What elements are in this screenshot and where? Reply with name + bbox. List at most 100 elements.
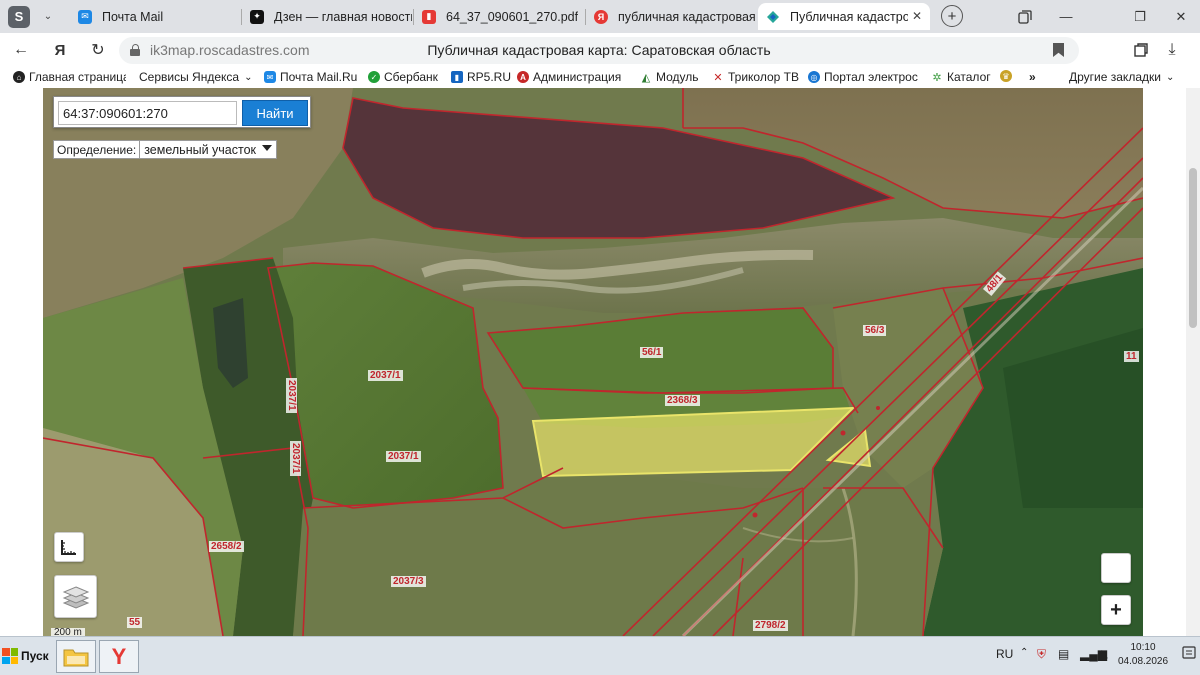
- chevron-down-icon: ⌄: [1165, 71, 1175, 83]
- cadastre-search-panel: Найти: [53, 96, 311, 128]
- ruler-icon: [61, 540, 76, 555]
- fullscreen-button[interactable]: [1101, 553, 1131, 583]
- parcel-label: 11: [1124, 351, 1139, 362]
- bookmarks-bar: ⌂ Главная страница Сервисы Яндекса ⌄ ✉ П…: [0, 67, 1200, 88]
- browser-logo-icon[interactable]: S: [8, 5, 30, 28]
- definition-selected-value: земельный участок: [144, 142, 257, 157]
- zen-icon: ✦: [250, 9, 264, 24]
- satellite-imagery: [43, 88, 1143, 636]
- bookmark-module[interactable]: ◭ Модуль: [640, 70, 702, 84]
- restore-icon[interactable]: ❐: [1121, 0, 1159, 33]
- yandex-browser-button[interactable]: Y: [99, 640, 139, 673]
- tray-expand-icon[interactable]: ⌃: [1020, 647, 1028, 658]
- tab-label: публичная кадастровая к: [618, 9, 756, 24]
- bookmark-label: Портал электрос: [824, 70, 918, 84]
- chevron-down-icon[interactable]: ⌄: [38, 7, 58, 27]
- vertical-scrollbar[interactable]: [1186, 88, 1200, 636]
- more-bookmarks-button[interactable]: »: [1029, 70, 1043, 84]
- file-explorer-button[interactable]: [56, 640, 96, 673]
- parcel-label: 2658/2: [209, 541, 244, 552]
- parcel-label: 56/3: [863, 325, 887, 336]
- parcel-label: 2798/2: [753, 620, 788, 631]
- scale-bar: 200 m: [51, 628, 85, 636]
- cadastral-number-input[interactable]: [58, 101, 237, 125]
- mail-icon: ✉: [264, 71, 276, 83]
- language-indicator[interactable]: RU: [996, 647, 1013, 661]
- bookmark-home[interactable]: ⌂ Главная страница: [13, 70, 126, 84]
- back-arrow-icon[interactable]: ←: [9, 38, 33, 62]
- tab-bar: S ⌄ ✉ Почта Mail ✦ Дзен — главная новост…: [0, 0, 1200, 33]
- bookmark-portal[interactable]: ◎ Портал электрос: [808, 70, 920, 84]
- tab-pdf[interactable]: ▮ 64_37_090601_270.pdf: [414, 3, 584, 30]
- catalog-icon: ✲: [932, 71, 942, 84]
- cadastral-map[interactable]: 56/1 2368/3 56/3 48/1 11 2037/1 2037/1 2…: [43, 88, 1143, 636]
- bookmark-label: Другие закладки: [1069, 70, 1161, 84]
- pdf-icon: ▮: [422, 9, 436, 24]
- sber-icon: ✓: [368, 71, 380, 83]
- yandex-logo-icon[interactable]: Я: [48, 38, 72, 62]
- security-tray-icon[interactable]: ⛨: [1037, 647, 1046, 662]
- omnibox[interactable]: ik3map.roscadastres.com Публичная кадаст…: [119, 37, 1079, 64]
- reload-icon[interactable]: ↻: [86, 38, 110, 62]
- bookmark-label: Сбербанк: [384, 70, 438, 84]
- tab-cadastre-active[interactable]: Публичная кадастровая ✕: [758, 3, 930, 30]
- windows-taskbar: Пуск Y RU ⌃ ⛨ ▤ ▂▄▆ 🔇︎ 10:10 04.08.2026: [0, 636, 1200, 675]
- layers-button[interactable]: [54, 575, 97, 618]
- parcel-label: 56/1: [640, 347, 664, 358]
- start-button[interactable]: Пуск: [2, 644, 49, 668]
- definition-select[interactable]: земельный участок: [139, 141, 276, 158]
- bookmark-tricolor[interactable]: ✕ Триколор ТВ: [712, 70, 802, 84]
- url-text[interactable]: ik3map.roscadastres.com: [150, 42, 310, 58]
- module-icon: ◭: [641, 71, 651, 84]
- scrollbar-thumb[interactable]: [1189, 168, 1197, 328]
- folder-icon: [63, 649, 89, 666]
- network-tray-icon[interactable]: ▤: [1058, 647, 1069, 661]
- parcel-label: 55: [127, 617, 143, 628]
- tab-mail[interactable]: ✉ Почта Mail: [70, 3, 240, 30]
- definition-label: Определение:: [57, 142, 137, 157]
- bookmark-admin[interactable]: A Администрация: [517, 70, 627, 84]
- definition-row: Определение: земельный участок: [53, 140, 278, 159]
- tab-label: 64_37_090601_270.pdf: [446, 9, 579, 24]
- bookmark-label: RP5.RU: [467, 70, 511, 84]
- bookmark-yandex-services[interactable]: Сервисы Яндекса ⌄: [139, 70, 251, 84]
- system-clock[interactable]: 10:10 04.08.2026: [1118, 641, 1168, 669]
- emblem-icon[interactable]: ♛: [1000, 70, 1018, 82]
- parcel-label: 2037/1: [368, 370, 403, 381]
- tab-label: Публичная кадастровая: [790, 9, 908, 24]
- download-icon[interactable]: ⤓: [1160, 38, 1184, 62]
- bookmark-icon[interactable]: [1053, 43, 1064, 57]
- tab-yandex-cadastre[interactable]: Я публичная кадастровая к: [586, 3, 756, 30]
- bookmark-label: Сервисы Яндекса: [139, 70, 240, 84]
- layers-icon: [62, 585, 89, 609]
- bookmark-mail[interactable]: ✉ Почта Mail.Ru: [264, 70, 359, 84]
- zoom-in-button[interactable]: +: [1101, 595, 1131, 625]
- parcel-label: 2037/1: [386, 451, 421, 462]
- yandex-icon: Я: [594, 9, 608, 24]
- bookmark-catalog[interactable]: ✲ Каталог: [931, 70, 993, 84]
- parcel-label: 2368/3: [665, 395, 700, 406]
- left-gutter: [0, 88, 43, 636]
- bookmark-rp5[interactable]: ▮ RP5.RU: [451, 70, 511, 84]
- chevron-down-icon: ⌄: [244, 71, 251, 83]
- tab-zen[interactable]: ✦ Дзен — главная новостн: [242, 3, 412, 30]
- minimize-icon[interactable]: —: [1047, 0, 1085, 33]
- bookmark-sber[interactable]: ✓ Сбербанк: [368, 70, 440, 84]
- start-label: Пуск: [21, 649, 49, 663]
- clock-time: 10:10: [1130, 642, 1156, 653]
- close-tab-icon[interactable]: ✕: [912, 9, 922, 23]
- measure-ruler-button[interactable]: [54, 532, 84, 562]
- volume-muted-icon[interactable]: 🔇︎: [1101, 647, 1109, 662]
- close-window-icon[interactable]: ✕: [1162, 0, 1200, 33]
- tab-manager-icon[interactable]: [1006, 0, 1044, 33]
- other-bookmarks[interactable]: Другие закладки ⌄: [1069, 70, 1184, 84]
- parcel-label: 2037/1: [286, 378, 297, 413]
- dropdown-arrow-icon: [262, 145, 273, 151]
- notification-icon[interactable]: [1182, 645, 1196, 667]
- lock-icon[interactable]: [130, 44, 140, 56]
- bookmark-label: Каталог: [947, 70, 991, 84]
- new-tab-button[interactable]: +: [941, 5, 963, 27]
- collections-icon[interactable]: [1129, 38, 1153, 62]
- find-button[interactable]: Найти: [242, 100, 308, 126]
- parcel-label: 2037/3: [391, 576, 426, 587]
